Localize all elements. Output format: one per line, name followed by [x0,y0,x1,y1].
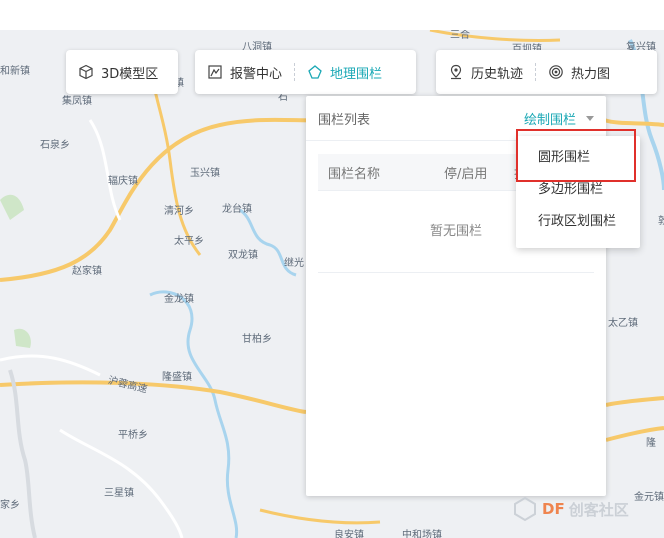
toolbar-heatmap-button[interactable]: 热力图 [536,50,622,94]
map-label: 石泉乡 [40,140,70,151]
toolbar-alarm-center-button[interactable]: 报警中心 [195,50,294,94]
heatmap-icon [548,64,564,80]
map-label: 良安镇 [334,530,364,538]
toolbar-group-history-heat: 历史轨迹 热力图 [436,50,657,94]
map-label: 敦 [658,216,664,227]
map-label: 清河乡 [164,206,194,217]
fence-icon [307,64,323,80]
minor-road [88,119,122,221]
map-label: 太乙镇 [608,318,638,329]
map-label: 继光 [284,258,304,269]
river [149,290,239,538]
map-label: 三星镇 [104,488,134,499]
map-label: 家乡 [0,500,20,511]
map-label: 隆盛镇 [162,372,192,383]
green-area [14,328,31,348]
panel-header: 围栏列表 绘制围栏 [306,96,606,141]
toolbar-3d-model-button[interactable]: 3D模型区 [66,50,170,94]
map-label: 辐庆镇 [108,176,138,187]
menu-item-circle-fence[interactable]: 圆形围栏 [516,142,640,174]
map-pin-icon [448,64,464,80]
map-label: 甘柏乡 [242,334,272,345]
draw-fence-menu: 圆形围栏 多边形围栏 行政区划围栏 [516,136,640,248]
watermark: DF 创客社区 [512,496,629,522]
watermark-logo-icon [514,496,536,522]
draw-fence-label: 绘制围栏 [523,112,576,128]
road [0,380,307,414]
map-label: 龙台镇 [222,204,252,215]
toolbar-group-3d: 3D模型区 [66,50,178,94]
map-label: 金龙镇 [164,294,194,305]
green-area [0,194,24,220]
caret-down-icon [586,115,594,121]
toolbar-heatmap-label: 热力图 [571,66,611,82]
toolbar-history-track-button[interactable]: 历史轨迹 [436,50,535,94]
minor-road [0,354,101,377]
top-bar [0,0,664,30]
menu-item-polygon-fence[interactable]: 多边形围栏 [516,174,640,206]
map-label: 和新镇 [0,66,30,77]
draw-fence-dropdown-button[interactable]: 绘制围栏 [524,109,594,128]
map-label: 太平乡 [174,236,204,247]
road [603,118,664,127]
road [259,508,381,525]
map-label: 集凤镇 [62,96,92,107]
map-label: 中和场镇 [402,530,442,538]
map-label: 玉兴镇 [190,168,220,179]
railway [8,369,37,538]
watermark-text: 创客社区 [568,500,629,519]
toolbar-group-alarm-fence: 报警中心 地理围栏 [195,50,416,94]
map-label: 双龙镇 [228,250,258,261]
map-label: 隆 [646,438,656,449]
watermark-brand: DF [542,500,565,518]
alarm-icon [207,64,223,80]
map-label: 赵家镇 [72,266,102,277]
toolbar-3d-model-label: 3D模型区 [101,66,159,82]
menu-item-district-fence[interactable]: 行政区划围栏 [516,206,640,238]
toolbar-alarm-center-label: 报警中心 [230,66,283,82]
toolbar-history-track-label: 历史轨迹 [471,66,524,82]
cube-icon [78,64,94,80]
column-header-name: 围栏名称 [328,166,381,182]
panel-title: 围栏列表 [318,112,371,128]
column-header-toggle: 停/启用 [444,166,488,182]
map-label: 三合 [450,30,470,41]
map-label: 金元镇 [634,492,664,503]
map-label: 平桥乡 [118,430,148,441]
toolbar-geofence-button[interactable]: 地理围栏 [295,50,394,94]
road [605,396,664,407]
toolbar-geofence-label: 地理围栏 [330,66,383,82]
